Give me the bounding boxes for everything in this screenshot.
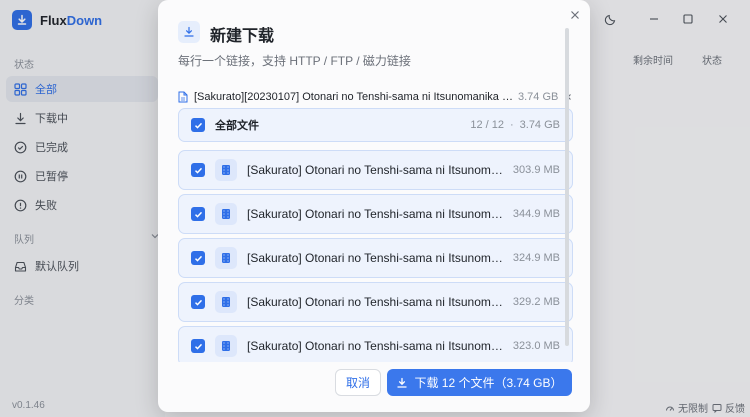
list-item[interactable]: [Sakurato] Otonari no Tenshi-sama ni Its… xyxy=(178,194,573,234)
check-icon xyxy=(194,299,202,306)
dialog-close-icon[interactable] xyxy=(568,8,582,22)
torrent-name: [Sakurato][20230107] Otonari no Tenshi-s… xyxy=(194,91,514,103)
file-size: 344.9 MB xyxy=(512,208,560,220)
list-item[interactable]: [Sakurato] Otonari no Tenshi-sama ni Its… xyxy=(178,150,573,190)
file-name: [Sakurato] Otonari no Tenshi-sama ni Its… xyxy=(247,295,509,309)
file-name: [Sakurato] Otonari no Tenshi-sama ni Its… xyxy=(247,207,509,221)
selected-count: 12 / 12 · 3.74 GB xyxy=(470,119,560,131)
list-scrollbar[interactable] xyxy=(565,28,569,346)
file-name: [Sakurato] Otonari no Tenshi-sama ni Its… xyxy=(247,251,509,265)
file-checkbox[interactable] xyxy=(191,251,205,265)
file-size: 329.2 MB xyxy=(512,296,560,308)
video-file-icon xyxy=(215,203,237,225)
check-icon xyxy=(194,167,202,174)
file-size: 303.9 MB xyxy=(512,164,560,176)
torrent-source-row: [Sakurato][20230107] Otonari no Tenshi-s… xyxy=(178,89,573,105)
video-file-icon xyxy=(215,159,237,181)
download-icon xyxy=(397,377,408,388)
file-checkbox[interactable] xyxy=(191,295,205,309)
file-name: [Sakurato] Otonari no Tenshi-sama ni Its… xyxy=(247,163,509,177)
download-header-icon xyxy=(178,21,200,43)
file-size: 324.9 MB xyxy=(512,252,560,264)
dialog-subtitle: 每行一个链接，支持 HTTP / FTP / 磁力链接 xyxy=(178,54,411,68)
new-download-dialog: 新建下载 每行一个链接，支持 HTTP / FTP / 磁力链接 [Sakura… xyxy=(158,0,590,412)
list-item[interactable]: [Sakurato] Otonari no Tenshi-sama ni Its… xyxy=(178,238,573,278)
cancel-button[interactable]: 取消 xyxy=(335,369,381,396)
check-icon xyxy=(194,122,202,129)
check-icon xyxy=(194,255,202,262)
video-file-icon xyxy=(215,291,237,313)
select-all-checkbox[interactable] xyxy=(191,118,205,132)
dialog-title: 新建下载 xyxy=(210,28,275,45)
file-name: [Sakurato] Otonari no Tenshi-sama ni Its… xyxy=(247,339,509,353)
file-size: 323.0 MB xyxy=(512,340,560,352)
select-all-row[interactable]: 全部文件 12 / 12 · 3.74 GB xyxy=(178,108,573,142)
file-list[interactable]: 全部文件 12 / 12 · 3.74 GB [Sakurato] Otonari … xyxy=(178,108,573,362)
file-icon xyxy=(178,91,188,103)
check-icon xyxy=(194,343,202,350)
video-file-icon xyxy=(215,247,237,269)
file-checkbox[interactable] xyxy=(191,339,205,353)
video-file-icon xyxy=(215,335,237,357)
download-button[interactable]: 下载 12 个文件（3.74 GB） xyxy=(387,369,572,396)
torrent-size: 3.74 GB xyxy=(518,91,559,103)
check-icon xyxy=(194,211,202,218)
list-item[interactable]: [Sakurato] Otonari no Tenshi-sama ni Its… xyxy=(178,326,573,362)
list-item[interactable]: [Sakurato] Otonari no Tenshi-sama ni Its… xyxy=(178,282,573,322)
file-checkbox[interactable] xyxy=(191,163,205,177)
file-checkbox[interactable] xyxy=(191,207,205,221)
select-all-label: 全部文件 xyxy=(215,120,259,132)
download-button-label: 下载 12 个文件（3.74 GB） xyxy=(414,376,563,390)
